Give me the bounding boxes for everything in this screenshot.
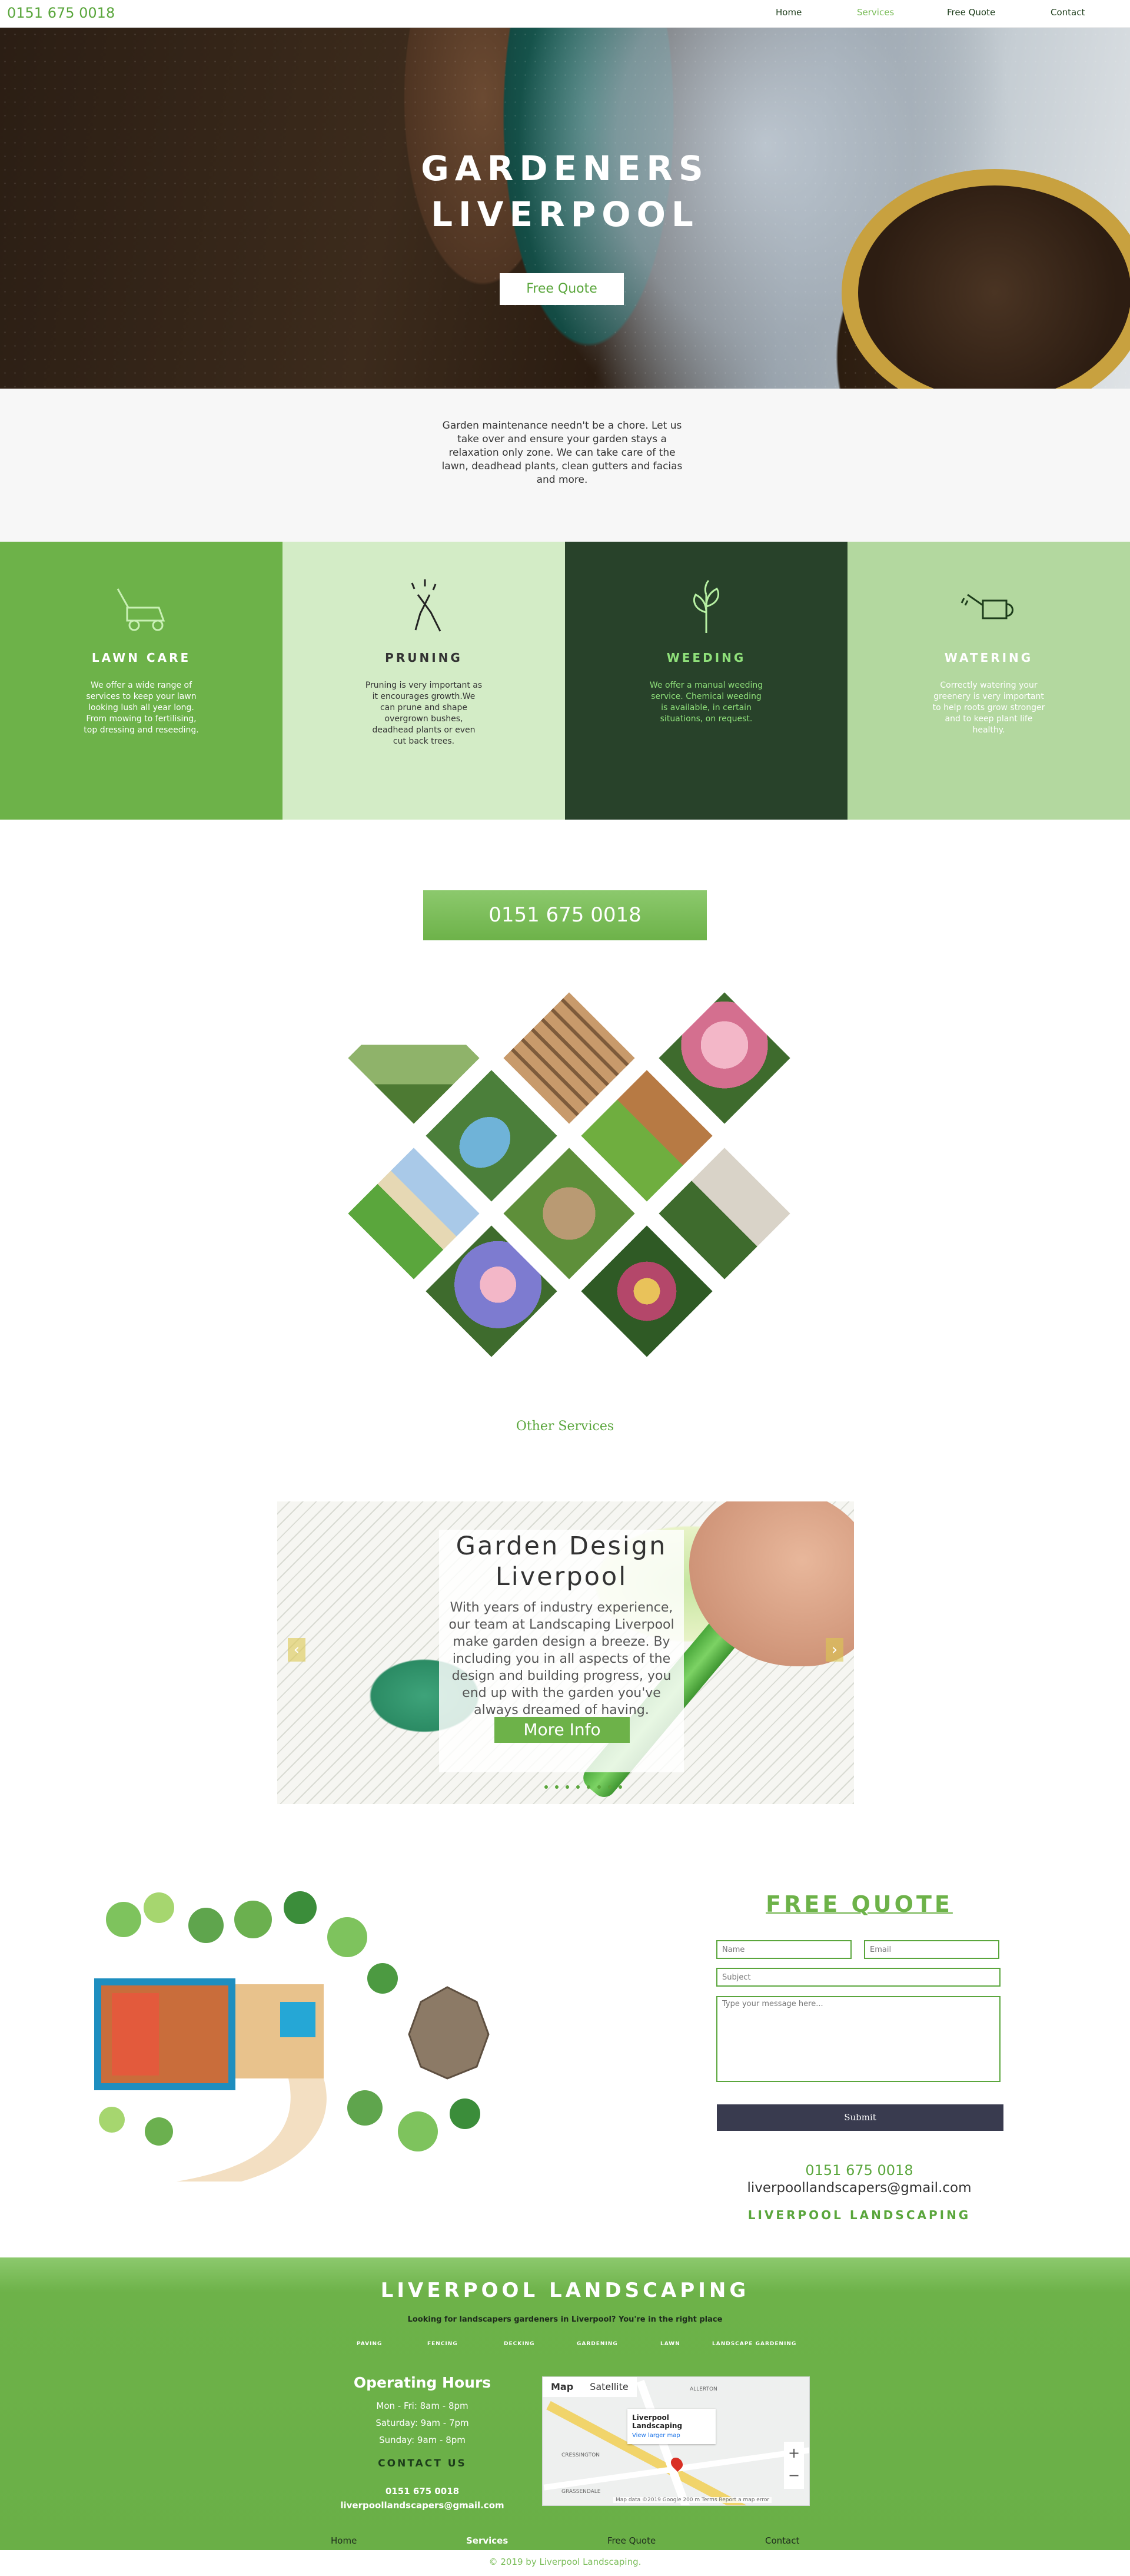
hours-sunday: Sunday: 9am - 8pm [379, 2435, 466, 2445]
slider-prev-arrow-icon[interactable]: ‹ [288, 1638, 305, 1662]
slider-dot[interactable] [544, 1785, 548, 1789]
map-tab-map[interactable]: Map [543, 2377, 581, 2397]
footer-category-lawn[interactable]: LAWN [660, 2341, 680, 2347]
other-services-heading: Other Services [516, 1419, 614, 1434]
subject-input[interactable] [716, 1968, 1001, 1987]
slider-dot[interactable] [608, 1785, 611, 1789]
zoom-in-icon[interactable]: + [784, 2442, 804, 2464]
footer-nav-contact[interactable]: Contact [765, 2535, 799, 2546]
nav-home[interactable]: Home [776, 7, 802, 18]
email-input[interactable] [864, 1940, 999, 1959]
footer-category-decking[interactable]: DECKING [504, 2341, 534, 2347]
phone-call-button[interactable]: 0151 675 0018 [423, 890, 707, 940]
service-weeding: WEEDING We offer a manual weeding servic… [565, 542, 848, 820]
map-card-link[interactable]: View larger map [632, 2432, 711, 2439]
slider-dot[interactable] [587, 1785, 590, 1789]
footer: LIVERPOOL LANDSCAPING Looking for landsc… [0, 2257, 1130, 2550]
pruning-shears-icon [411, 579, 441, 632]
nav-services[interactable]: Services [857, 7, 894, 18]
footer-email[interactable]: liverpoollandscapers@gmail.com [330, 2500, 515, 2511]
intro-section: Garden maintenance needn't be a chore. L… [0, 389, 1130, 542]
diamond-gallery [335, 983, 796, 1372]
map-label-grassendale: GRASSENDALE [561, 2489, 601, 2495]
service-lawn-care: LAWN CARE We offer a wide range of servi… [0, 542, 282, 820]
top-navigation: 0151 675 0018 Home Services Free Quote C… [0, 0, 1130, 28]
footer-category-gardening[interactable]: GARDENING [577, 2341, 618, 2347]
map-zoom-controls: + − [784, 2442, 804, 2489]
footer-category-paving[interactable]: PAVING [357, 2341, 382, 2347]
garden-design-slider: Garden Design Liverpool With years of in… [277, 1501, 854, 1804]
hero-banner: GARDENERS LIVERPOOL Free Quote [0, 28, 1130, 389]
message-textarea[interactable] [716, 1996, 1001, 2082]
slider-dot[interactable] [555, 1785, 559, 1789]
operating-hours-heading: Operating Hours [353, 2374, 491, 2391]
service-pruning: PRUNING Pruning is very important as it … [282, 542, 565, 820]
footer-nav-free-quote[interactable]: Free Quote [607, 2535, 656, 2546]
map-type-tabs: Map Satellite [543, 2377, 637, 2397]
garden-plan-illustration [94, 1891, 490, 2182]
copyright: © 2019 by Liverpool Landscaping. [0, 2550, 1130, 2576]
map-attribution: Map data ©2019 Google 200 m Terms Report… [613, 2497, 772, 2503]
quote-phone[interactable]: 0151 675 0018 [700, 2162, 1018, 2179]
slider-text: With years of industry experience, our t… [448, 1600, 674, 1718]
slider-dot[interactable] [566, 1785, 569, 1789]
footer-phone[interactable]: 0151 675 0018 [330, 2486, 515, 2497]
free-quote-heading: FREE QUOTE [766, 1891, 953, 1917]
hours-weekday: Mon - Fri: 8am - 8pm [376, 2401, 468, 2411]
hero-title: GARDENERS LIVERPOOL [421, 148, 709, 234]
location-map[interactable]: Map Satellite ALLERTON CRESSINGTON GRASSE… [542, 2376, 810, 2506]
footer-nav-home[interactable]: Home [331, 2535, 357, 2546]
footer-brand: LIVERPOOL LANDSCAPING [380, 2279, 750, 2302]
more-info-button[interactable]: More Info [494, 1717, 630, 1743]
quote-brand: LIVERPOOL LANDSCAPING [747, 2208, 971, 2222]
service-watering: WATERING Correctly watering your greener… [848, 542, 1130, 820]
slider-pagination [524, 1780, 642, 1789]
intro-text: Garden maintenance needn't be a chore. L… [441, 420, 683, 486]
footer-category-landscape-gardening[interactable]: LANDSCAPE GARDENING [712, 2341, 796, 2347]
nav-contact[interactable]: Contact [1051, 7, 1085, 18]
footer-nav-services[interactable]: Services [466, 2535, 508, 2546]
map-label-cressington: CRESSINGTON [561, 2452, 600, 2458]
map-label-allerton: ALLERTON [690, 2386, 717, 2392]
plant-sprout-icon [693, 579, 720, 633]
map-tab-satellite[interactable]: Satellite [581, 2377, 637, 2397]
map-info-card: Liverpool Landscaping View larger map [627, 2409, 716, 2444]
footer-tagline: Looking for landscapers gardeners in Liv… [407, 2315, 723, 2324]
map-card-title: Liverpool Landscaping [632, 2413, 683, 2430]
slider-title: Garden Design Liverpool [456, 1531, 667, 1592]
footer-category-fencing[interactable]: FENCING [427, 2341, 458, 2347]
lawn-mower-icon [117, 588, 165, 631]
hours-saturday: Saturday: 9am - 7pm [375, 2418, 469, 2428]
name-input[interactable] [716, 1940, 852, 1959]
slider-dot[interactable] [619, 1785, 622, 1789]
slider-next-arrow-icon[interactable]: › [826, 1638, 843, 1662]
quote-email[interactable]: liverpoollandscapers@gmail.com [700, 2180, 1018, 2196]
zoom-out-icon[interactable]: − [784, 2464, 804, 2487]
contact-us-heading: CONTACT US [378, 2458, 467, 2469]
header-phone[interactable]: 0151 675 0018 [7, 5, 115, 21]
slider-dot[interactable] [576, 1785, 580, 1789]
submit-button[interactable]: Submit [717, 2104, 1003, 2131]
nav-free-quote[interactable]: Free Quote [947, 7, 995, 18]
hero-free-quote-button[interactable]: Free Quote [500, 273, 624, 305]
slider-dot[interactable] [597, 1785, 601, 1789]
watering-can-icon [960, 594, 1013, 619]
